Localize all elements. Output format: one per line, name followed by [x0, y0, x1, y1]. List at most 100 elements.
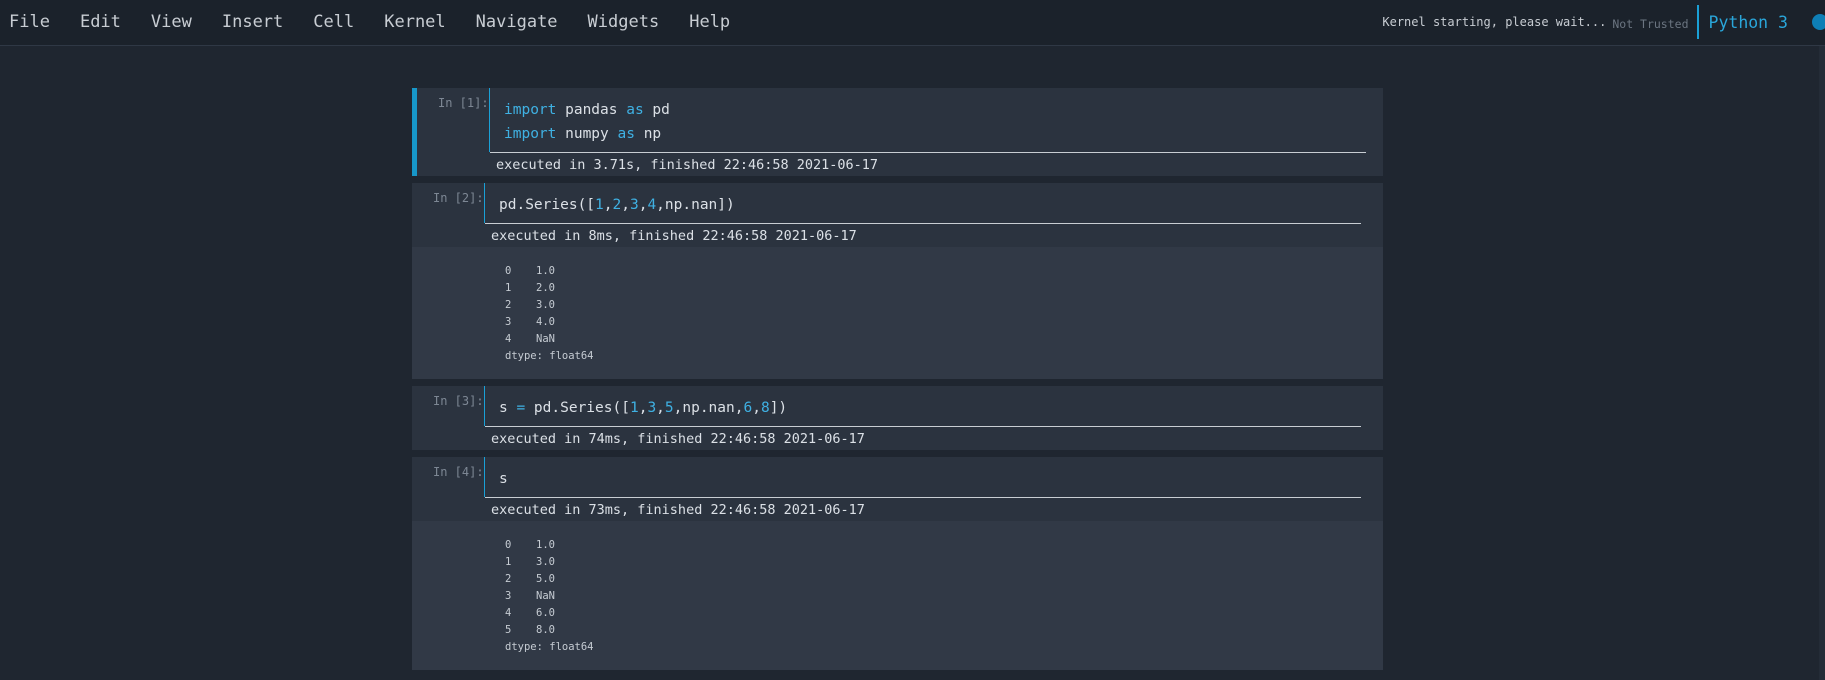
notebook: In [1]: import pandas as pd import numpy a… — [412, 88, 1383, 677]
output-index: 4 — [505, 333, 512, 345]
code-token: ]) — [769, 400, 788, 416]
output-value: 4.0 — [536, 316, 555, 328]
code-token: pd.Series([ — [525, 400, 630, 416]
code-line: import pandas as pd — [490, 98, 670, 122]
trust-indicator[interactable]: Not Trusted — [1612, 17, 1688, 31]
output-row: 0 1.0 — [505, 537, 1383, 554]
output-index: 4 — [505, 607, 512, 619]
output-index: 0 — [505, 265, 512, 277]
code-token: numpy — [556, 126, 618, 142]
output-row: 1 2.0 — [505, 280, 1383, 297]
code-line: s — [485, 467, 508, 491]
code-token: pd — [643, 102, 670, 118]
code-editor[interactable]: pd.Series([1,2,3,4,np.nan]) — [484, 183, 735, 223]
kernel-busy-icon — [1812, 14, 1825, 30]
code-token: import — [504, 102, 557, 118]
output-row: 4 6.0 — [505, 605, 1383, 622]
output-value: 6.0 — [536, 607, 555, 619]
output-row: 2 3.0 — [505, 297, 1383, 314]
menu-kernel[interactable]: Kernel — [384, 12, 445, 32]
output-value: 3.0 — [536, 556, 555, 568]
menu-help[interactable]: Help — [689, 12, 730, 32]
output-value: NaN — [536, 333, 555, 345]
code-token: s — [499, 400, 517, 416]
scrollbar[interactable] — [1819, 46, 1825, 680]
output-index: 2 — [505, 573, 512, 585]
code-token: = — [516, 400, 526, 416]
code-editor[interactable]: import pandas as pd import numpy as np — [489, 88, 670, 152]
code-token: ,np.nan]) — [656, 197, 735, 213]
output-value: 5.0 — [536, 573, 555, 585]
cell-output: 0 1.0 1 2.0 2 3.0 3 4.0 4 NaN dtype: float64 — [412, 247, 1383, 379]
code-token: 3 — [629, 197, 639, 213]
output-row: 3 NaN — [505, 588, 1383, 605]
output-value: 8.0 — [536, 624, 555, 636]
menu-widgets[interactable]: Widgets — [588, 12, 660, 32]
input-prompt: In [1]: — [438, 96, 489, 110]
execution-time: executed in 73ms, finished 22:46:58 2021… — [485, 497, 1361, 518]
kernel-status-text: Kernel starting, please wait... — [1382, 15, 1607, 29]
input-prompt: In [2]: — [433, 191, 484, 205]
output-index: 3 — [505, 590, 512, 602]
kernel-name[interactable]: Python 3 — [1709, 13, 1788, 32]
code-editor[interactable]: s — [484, 457, 508, 497]
menu-cell[interactable]: Cell — [313, 12, 354, 32]
code-token: import — [504, 126, 557, 142]
output-row: 5 8.0 — [505, 622, 1383, 639]
output-value: 1.0 — [536, 539, 555, 551]
code-cell[interactable]: In [1]: import pandas as pd import numpy a… — [412, 88, 1383, 176]
execution-time: executed in 74ms, finished 22:46:58 2021… — [485, 426, 1361, 447]
output-index: 3 — [505, 316, 512, 328]
output-value: 2.0 — [536, 282, 555, 294]
menu-file[interactable]: File — [9, 12, 50, 32]
code-cell[interactable]: In [4]: s executed in 73ms, finished 22:46… — [412, 457, 1383, 670]
output-index: 5 — [505, 624, 512, 636]
code-token: 6 — [743, 400, 753, 416]
output-row: 3 4.0 — [505, 314, 1383, 331]
output-value: NaN — [536, 590, 555, 602]
menu-view[interactable]: View — [151, 12, 192, 32]
kernel-indicator: Kernel starting, please wait... Not Trus… — [1382, 0, 1825, 44]
cell-output: 0 1.0 1 3.0 2 5.0 3 NaN 4 6.0 5 8.0 dtype: float64 — [412, 521, 1383, 670]
output-index: 1 — [505, 556, 512, 568]
output-index: 1 — [505, 282, 512, 294]
menu: File Edit View Insert Cell Kernel Navigate Widg… — [0, 0, 751, 44]
output-dtype: dtype: float64 — [505, 641, 594, 653]
output-index: 0 — [505, 539, 512, 551]
output-row: 1 3.0 — [505, 554, 1383, 571]
code-token: , — [621, 197, 630, 213]
code-line: s = pd.Series([1,3,5,np.nan,6,8]) — [485, 396, 787, 420]
code-token: as — [626, 102, 644, 118]
code-token: 8 — [760, 400, 770, 416]
output-index: 2 — [505, 299, 512, 311]
code-token: pandas — [556, 102, 627, 118]
execution-time: executed in 3.71s, finished 22:46:58 202… — [490, 152, 1366, 173]
menu-edit[interactable]: Edit — [80, 12, 121, 32]
input-prompt: In [3]: — [433, 394, 484, 408]
code-line: import numpy as np — [490, 122, 670, 146]
code-token: 3 — [647, 400, 657, 416]
code-editor[interactable]: s = pd.Series([1,3,5,np.nan,6,8]) — [484, 386, 787, 426]
cell-input: In [2]: pd.Series([1,2,3,4,np.nan]) execut… — [412, 183, 1383, 247]
menubar: File Edit View Insert Cell Kernel Navigate Widg… — [0, 0, 1825, 46]
code-token: as — [617, 126, 635, 142]
code-token: , — [656, 400, 665, 416]
menu-navigate[interactable]: Navigate — [476, 12, 558, 32]
code-token: np — [634, 126, 662, 142]
cell-input: In [4]: s executed in 73ms, finished 22:46… — [412, 457, 1383, 521]
code-token: 2 — [612, 197, 622, 213]
output-row: 4 NaN — [505, 331, 1383, 348]
input-prompt: In [4]: — [433, 465, 484, 479]
cell-input: In [3]: s = pd.Series([1,3,5,np.nan,6,8])… — [412, 386, 1383, 450]
code-cell[interactable]: In [3]: s = pd.Series([1,3,5,np.nan,6,8])… — [412, 386, 1383, 450]
code-cell[interactable]: In [2]: pd.Series([1,2,3,4,np.nan]) execut… — [412, 183, 1383, 379]
output-row: 2 5.0 — [505, 571, 1383, 588]
output-value: 3.0 — [536, 299, 555, 311]
code-token: , — [752, 400, 761, 416]
code-token: 4 — [647, 197, 657, 213]
code-token: 1 — [595, 197, 604, 213]
output-dtype: dtype: float64 — [505, 350, 594, 362]
output-row: 0 1.0 — [505, 263, 1383, 280]
menu-insert[interactable]: Insert — [222, 12, 283, 32]
code-line: pd.Series([1,2,3,4,np.nan]) — [485, 193, 735, 217]
